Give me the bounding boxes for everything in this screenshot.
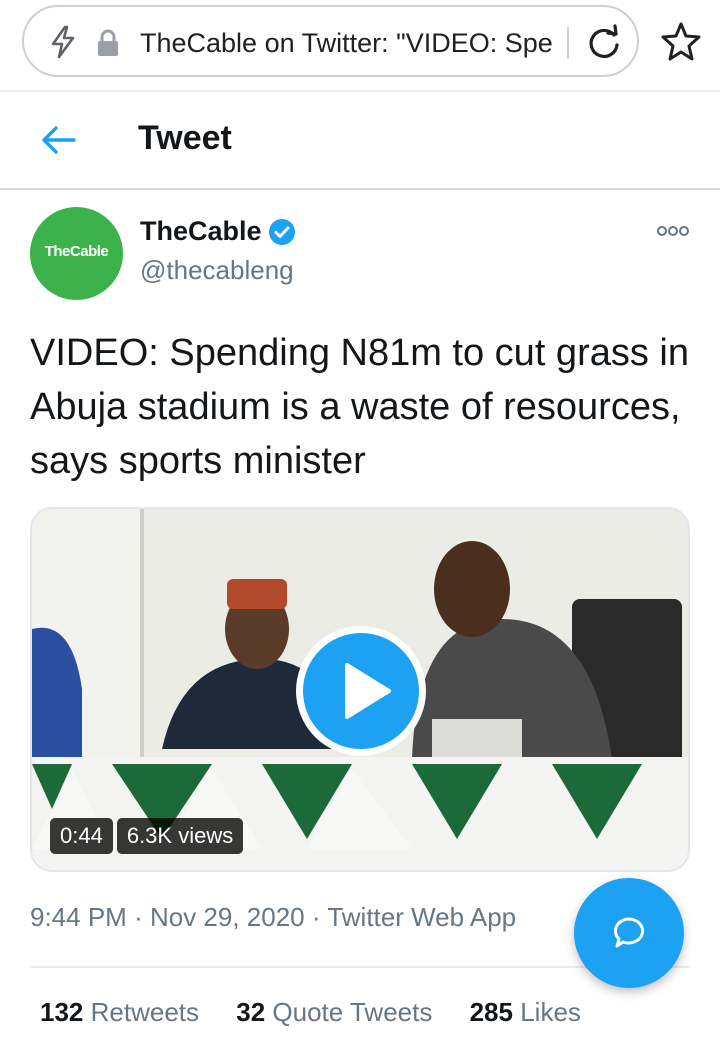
retweets-stat[interactable]: 132 Retweets bbox=[40, 997, 199, 1027]
retweets-label: Retweets bbox=[90, 997, 200, 1027]
star-icon[interactable] bbox=[660, 20, 702, 67]
quotes-count: 32 bbox=[236, 997, 266, 1027]
back-arrow-icon[interactable] bbox=[38, 122, 78, 158]
url-text[interactable]: TheCable on Twitter: "VIDEO: Spe bbox=[140, 25, 554, 61]
quote-tweets-stat[interactable]: 32 Quote Tweets bbox=[236, 997, 432, 1027]
meta-separator: · bbox=[134, 902, 143, 932]
quotes-label: Quote Tweets bbox=[272, 997, 433, 1027]
play-icon[interactable] bbox=[303, 633, 419, 749]
bolt-icon[interactable] bbox=[48, 25, 78, 64]
tweet-stats: 132 Retweets 32 Quote Tweets 285 Likes bbox=[40, 995, 611, 1029]
author-handle[interactable]: @thecableng bbox=[140, 254, 294, 286]
verified-badge-icon bbox=[268, 218, 296, 251]
compose-reply-button[interactable] bbox=[574, 878, 684, 988]
browser-address-bar: TheCable on Twitter: "VIDEO: Spe bbox=[0, 0, 720, 90]
play-button[interactable] bbox=[296, 626, 426, 756]
tweet-header: Tweet bbox=[0, 92, 720, 188]
likes-stat[interactable]: 285 Likes bbox=[470, 997, 581, 1027]
video-views: 6.3K views bbox=[116, 818, 244, 854]
retweets-count: 132 bbox=[40, 997, 84, 1027]
more-options-icon[interactable] bbox=[656, 224, 690, 243]
meta-separator: · bbox=[311, 902, 321, 932]
tweet-time[interactable]: 9:44 PM bbox=[30, 902, 127, 932]
divider bbox=[0, 188, 720, 190]
tweet-text: VIDEO: Spending N81m to cut grass in Abu… bbox=[30, 332, 689, 482]
url-field[interactable]: TheCable on Twitter: "VIDEO: Spe bbox=[22, 5, 639, 77]
likes-count: 285 bbox=[469, 997, 513, 1027]
page-title: Tweet bbox=[138, 119, 232, 157]
lock-icon bbox=[96, 29, 120, 62]
tweet-date[interactable]: Nov 29, 2020 bbox=[150, 902, 305, 932]
video-player[interactable]: 0:44 6.3K views bbox=[30, 507, 690, 872]
tweet-source[interactable]: Twitter Web App bbox=[327, 902, 516, 932]
tweet-meta: 9:44 PM · Nov 29, 2020 · Twitter Web App bbox=[30, 900, 516, 934]
avatar[interactable]: TheCable bbox=[30, 207, 123, 300]
reply-bubble-icon bbox=[613, 917, 645, 948]
author-name[interactable]: TheCable bbox=[140, 214, 262, 248]
likes-label: Likes bbox=[520, 997, 581, 1027]
video-badges: 0:44 6.3K views bbox=[50, 818, 247, 854]
video-duration: 0:44 bbox=[50, 818, 113, 854]
reload-icon[interactable] bbox=[584, 23, 624, 68]
url-divider bbox=[567, 27, 569, 59]
avatar-logo-text: TheCable bbox=[44, 243, 109, 260]
